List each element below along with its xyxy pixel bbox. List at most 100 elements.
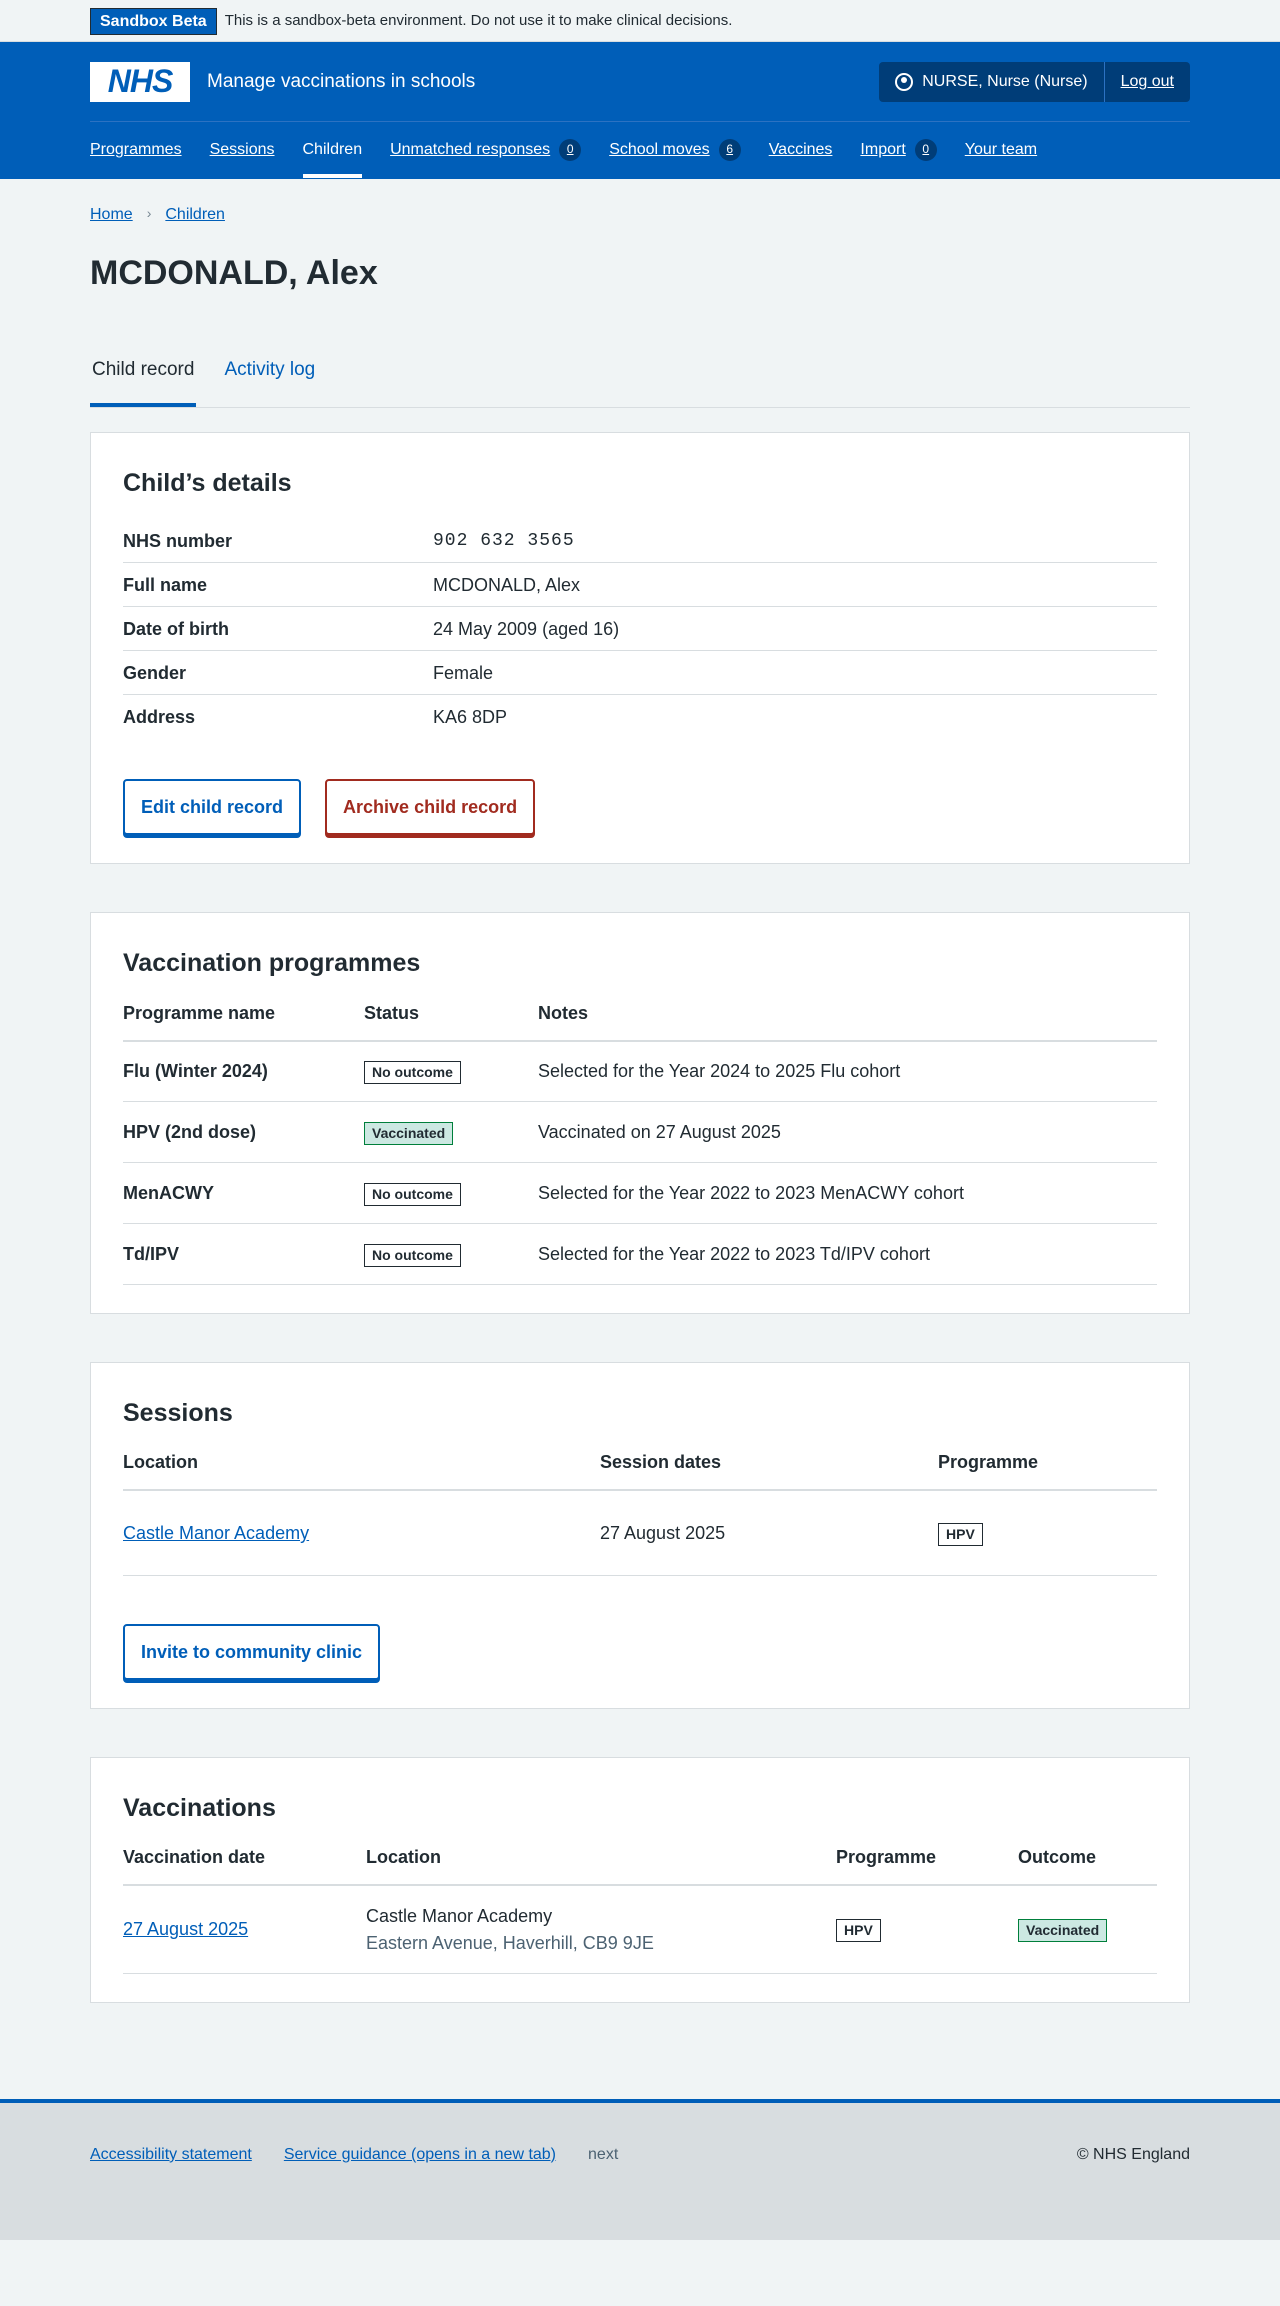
childs-details-list: NHS number 902 632 3565 Full name MCDONA… — [123, 519, 1157, 739]
table-row: Castle Manor Academy 27 August 2025 HPV — [123, 1490, 1157, 1576]
vaccination-programmes-card: Vaccination programmes Programme name St… — [90, 912, 1190, 1315]
page-title: MCDONALD, Alex — [90, 254, 378, 292]
status-badge: Vaccinated — [364, 1122, 454, 1146]
programme-notes: Selected for the Year 2022 to 2023 Td/IP… — [538, 1223, 1157, 1286]
logout-link[interactable]: Log out — [1105, 70, 1190, 93]
brand[interactable]: NHS Manage vaccinations in schools — [90, 61, 475, 102]
dob-value: 24 May 2009 (aged 16) — [433, 618, 620, 639]
vaccination-outcome-cell: Vaccinated — [1018, 1885, 1157, 1974]
table-row: MenACWY No outcome Selected for the Year… — [123, 1162, 1157, 1225]
programme-name: Flu (Winter 2024) — [123, 1040, 364, 1103]
nav-import[interactable]: Import 0 — [860, 122, 937, 178]
status-badge: No outcome — [364, 1244, 461, 1268]
col-session-dates: Session dates — [600, 1449, 938, 1492]
vaccination-location-cell: Castle Manor Academy Eastern Avenue, Hav… — [366, 1885, 836, 1974]
col-vaccination-outcome: Outcome — [1018, 1844, 1157, 1887]
service-name[interactable]: Manage vaccinations in schools — [207, 68, 475, 96]
status-cell: No outcome — [364, 1223, 538, 1286]
vaccinations-card: Vaccinations Vaccination date Location P… — [90, 1756, 1190, 2003]
details-buttons: Edit child record Archive child record — [123, 779, 1157, 836]
breadcrumb-children[interactable]: Children — [165, 203, 225, 226]
table-row: Td/IPV No outcome Selected for the Year … — [123, 1223, 1157, 1286]
primary-nav: Programmes Sessions Children Unmatched r… — [90, 122, 1190, 178]
nhs-logo-text: NHS — [107, 63, 174, 100]
breadcrumb: Home › Children — [90, 179, 1190, 249]
sandbox-tag: Sandbox Beta — [90, 7, 217, 35]
nav-sessions[interactable]: Sessions — [210, 122, 275, 178]
dob-label: Date of birth — [123, 618, 229, 639]
invite-community-clinic-button[interactable]: Invite to community clinic — [123, 1623, 381, 1680]
col-programme: Programme — [938, 1449, 1157, 1492]
col-status: Status — [364, 999, 538, 1042]
nhs-logo[interactable]: NHS — [90, 61, 190, 102]
session-location-link[interactable]: Castle Manor Academy — [123, 1523, 309, 1543]
footer-next: next — [588, 2145, 619, 2163]
programmes-table: Programme name Status Notes Flu (Winter … — [123, 999, 1157, 1286]
programme-notes: Selected for the Year 2024 to 2025 Flu c… — [538, 1040, 1157, 1103]
nav-vaccines[interactable]: Vaccines — [769, 122, 833, 178]
nav-programmes[interactable]: Programmes — [90, 122, 182, 178]
summary-row-nhs-number: NHS number 902 632 3565 — [123, 519, 1157, 564]
tab-child-record[interactable]: Child record — [90, 343, 197, 407]
nav-unmatched-responses[interactable]: Unmatched responses 0 — [390, 122, 582, 178]
gender-label: Gender — [123, 662, 187, 683]
summary-row-address: Address KA6 8DP — [123, 695, 1157, 739]
col-location: Location — [123, 1449, 600, 1492]
session-dates: 27 August 2025 — [600, 1490, 938, 1576]
childs-details-card: Child’s details NHS number 902 632 3565 … — [90, 432, 1190, 865]
breadcrumb-home[interactable]: Home — [90, 203, 133, 226]
header: NHS Manage vaccinations in schools NURSE… — [0, 42, 1280, 179]
address-label: Address — [123, 707, 196, 728]
nav-children[interactable]: Children — [302, 122, 362, 178]
session-programme-cell: HPV — [938, 1490, 1157, 1576]
full-name-label: Full name — [123, 574, 208, 595]
nav-import-label: Import — [860, 141, 906, 159]
col-vaccination-date: Vaccination date — [123, 1844, 366, 1887]
sandbox-message: This is a sandbox-beta environment. Do n… — [224, 12, 733, 30]
service-guidance-link[interactable]: Service guidance (opens in a new tab) — [284, 2143, 556, 2166]
account: NURSE, Nurse (Nurse) Log out — [879, 61, 1190, 102]
childs-details-heading: Child’s details — [123, 469, 292, 497]
edit-child-record-button[interactable]: Edit child record — [123, 779, 302, 836]
programme-notes: Selected for the Year 2022 to 2023 MenAC… — [538, 1162, 1157, 1225]
table-row: HPV (2nd dose) Vaccinated Vaccinated on … — [123, 1101, 1157, 1164]
programme-name: HPV (2nd dose) — [123, 1101, 364, 1164]
session-location-cell: Castle Manor Academy — [123, 1490, 600, 1576]
sessions-table: Location Session dates Programme Castle … — [123, 1449, 1157, 1576]
sessions-buttons: Invite to community clinic — [123, 1623, 1157, 1680]
programme-badge: HPV — [836, 1919, 881, 1943]
archive-child-record-button[interactable]: Archive child record — [325, 779, 536, 836]
vaccination-date-cell: 27 August 2025 — [123, 1885, 366, 1974]
user-icon — [895, 72, 914, 91]
table-row: 27 August 2025 Castle Manor Academy East… — [123, 1885, 1157, 1974]
sessions-heading: Sessions — [123, 1399, 233, 1428]
status-cell: No outcome — [364, 1162, 538, 1225]
vaccination-location: Castle Manor Academy — [366, 1906, 553, 1927]
col-notes: Notes — [538, 999, 1157, 1042]
summary-row-dob: Date of birth 24 May 2009 (aged 16) — [123, 607, 1157, 652]
vaccination-date-link[interactable]: 27 August 2025 — [123, 1919, 248, 1939]
footer: Accessibility statement Service guidance… — [0, 2098, 1280, 2240]
nav-your-team[interactable]: Your team — [965, 122, 1037, 178]
vaccinations-heading: Vaccinations — [123, 1793, 276, 1822]
programme-notes: Vaccinated on 27 August 2025 — [538, 1101, 1157, 1164]
nhs-number-label: NHS number — [123, 530, 233, 551]
nhs-number-value: 902 632 3565 — [433, 530, 575, 551]
account-user-name: NURSE, Nurse (Nurse) — [922, 72, 1088, 90]
nav-school-moves-label: School moves — [609, 141, 710, 159]
nav-school-moves-count: 6 — [718, 139, 741, 161]
copyright: © NHS England — [1076, 2145, 1190, 2163]
accessibility-statement-link[interactable]: Accessibility statement — [90, 2143, 252, 2166]
status-cell: No outcome — [364, 1040, 538, 1103]
tab-activity-log[interactable]: Activity log — [222, 343, 317, 407]
account-user: NURSE, Nurse (Nurse) — [879, 61, 1105, 102]
nav-unmatched-count: 0 — [559, 139, 582, 161]
nav-school-moves[interactable]: School moves 6 — [609, 122, 741, 178]
programme-name: MenACWY — [123, 1162, 364, 1225]
col-vaccination-programme: Programme — [836, 1844, 1018, 1887]
vaccination-programme-cell: HPV — [836, 1885, 1018, 1974]
gender-value: Female — [433, 662, 494, 683]
nav-unmatched-label: Unmatched responses — [390, 141, 551, 159]
table-row: Flu (Winter 2024) No outcome Selected fo… — [123, 1040, 1157, 1103]
status-cell: Vaccinated — [364, 1101, 538, 1164]
